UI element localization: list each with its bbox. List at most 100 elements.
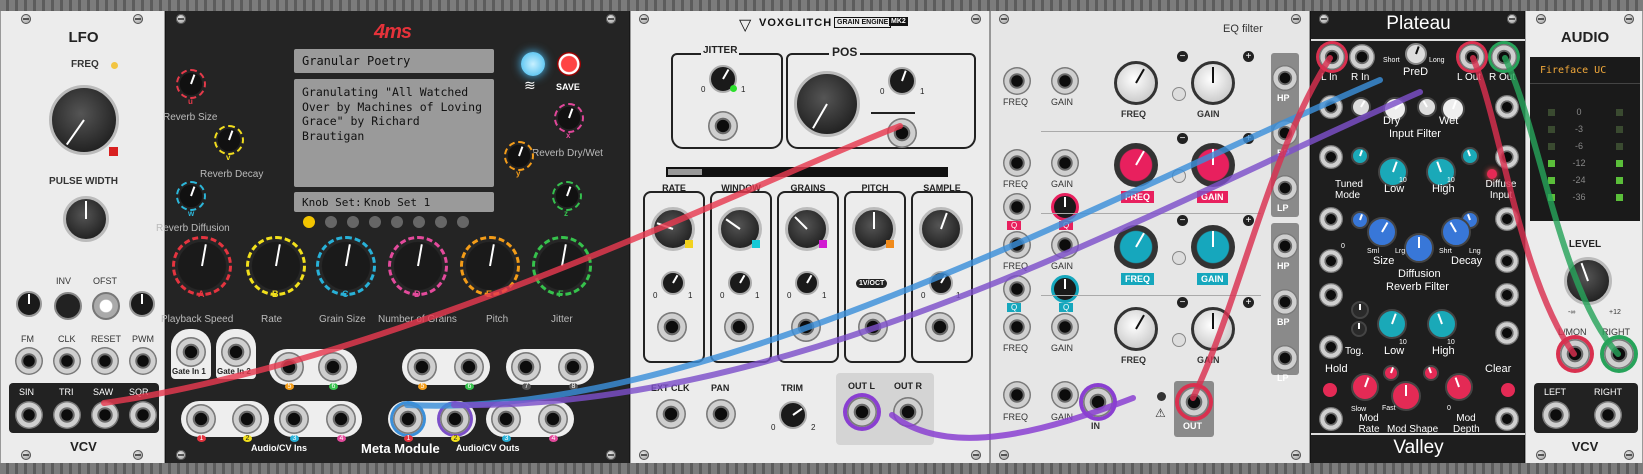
pos-cv-jack[interactable] [887,118,917,148]
knobset-page-dot-5[interactable] [391,216,403,228]
band3-q-cv-jack[interactable] [1003,275,1031,303]
reset-input-jack[interactable] [91,347,119,375]
clear-cv-jack[interactable] [1495,321,1519,345]
gate-in-1-jack[interactable] [176,337,206,367]
dry-cv-jack[interactable] [1319,95,1343,119]
left-output-jack[interactable] [1542,401,1570,429]
mod-rate-knob[interactable] [1351,373,1379,401]
fm-attenuator-knob[interactable] [16,291,42,317]
trim-knob[interactable] [779,401,807,429]
mod-rate-cv-jack[interactable] [1319,407,1343,431]
audio-in-5-jack[interactable] [274,352,304,382]
filter-hp-jack-2[interactable] [1272,233,1298,259]
mod-depth-cv-jack[interactable] [1495,407,1519,431]
save-button[interactable] [557,52,581,76]
big-knob-b[interactable] [246,236,306,296]
sample-attenuator-knob[interactable] [929,271,953,295]
audio-in-3-jack[interactable] [279,404,309,434]
band4-gain-knob[interactable] [1191,307,1235,351]
ext-clk-jack[interactable] [656,399,686,429]
big-knob-f[interactable] [532,236,592,296]
audio-in-6-jack[interactable] [318,352,348,382]
band2-gain-cv-jack[interactable] [1051,149,1079,177]
right-output-jack[interactable] [1594,401,1622,429]
audio-out-5-jack[interactable] [407,352,437,382]
saw-output-jack[interactable] [91,401,119,429]
big-knob-a[interactable] [172,236,232,296]
grains-attenuator-knob[interactable] [795,271,819,295]
out-r-jack[interactable] [893,397,923,427]
decay-cv-jack[interactable] [1495,207,1519,231]
pwm-input-jack[interactable] [129,347,157,375]
reverb-high-knob[interactable] [1427,309,1457,339]
lmon-input-jack[interactable] [1560,339,1590,369]
audio-out-4-jack[interactable] [538,404,568,434]
small-knob-y[interactable] [504,141,534,171]
band2-freq-cv-jack[interactable] [1003,149,1031,177]
band3-freq-cv-jack[interactable] [1003,231,1031,259]
filter-bp-jack-1[interactable] [1272,120,1298,146]
right-input-jack[interactable] [1604,339,1634,369]
tri-output-jack[interactable] [53,401,81,429]
band4-gain-cv-jack[interactable] [1051,313,1079,341]
small-knob-u[interactable] [176,69,206,99]
eq-in-jack[interactable] [1083,387,1113,417]
rate-cv-jack[interactable] [657,312,687,342]
level-knob[interactable] [1564,257,1612,305]
hold-cv-jack[interactable] [1319,335,1343,359]
sqr-output-jack[interactable] [129,401,157,429]
pan-jack[interactable] [706,399,736,429]
grains-cv-jack[interactable] [791,312,821,342]
jitter-cv-jack[interactable] [708,111,738,141]
filter-hp-jack-1[interactable] [1272,65,1298,91]
band3-gain-knob[interactable] [1191,225,1235,269]
gate-in-2-jack[interactable] [221,337,251,367]
freq-knob[interactable] [49,85,119,155]
wet-attenuator-knob[interactable] [1417,97,1437,117]
audio-out-8-jack[interactable] [558,352,588,382]
input-high-attenuator-knob[interactable] [1461,147,1479,165]
sample-knob[interactable] [919,207,963,251]
knobset-page-dot-3[interactable] [347,216,359,228]
audio-out-6-jack[interactable] [454,352,484,382]
band1-gain-knob[interactable] [1191,61,1235,105]
band4-freq-knob[interactable] [1114,307,1158,351]
knobset-page-dot-7[interactable] [435,216,447,228]
small-knob-v[interactable] [214,125,244,155]
input-filter-low-cv-jack[interactable] [1319,145,1343,169]
band2-gain-knob[interactable] [1191,143,1235,187]
audio-out-1-jack[interactable] [393,404,423,434]
clk-input-jack[interactable] [53,347,81,375]
wet-cv-jack[interactable] [1495,95,1519,119]
knobset-page-dot-1[interactable] [303,216,315,228]
rate-attenuator-knob[interactable] [661,271,685,295]
wifi-button[interactable] [521,52,545,76]
pitch-cv-jack[interactable] [858,312,888,342]
small-knob-z[interactable] [552,181,582,211]
sample-cv-jack[interactable] [925,312,955,342]
audio-out-3-jack[interactable] [491,404,521,434]
big-knob-e[interactable] [460,236,520,296]
big-knob-d[interactable] [388,236,448,296]
diffusion-knob[interactable] [1404,233,1434,263]
hold-button[interactable] [1323,383,1337,397]
ofst-button[interactable] [92,292,120,320]
clear-button[interactable] [1501,383,1515,397]
mod-rate-attenuator-knob[interactable] [1383,365,1399,381]
size-knob[interactable] [1367,217,1397,247]
diffusion-cv-jack-2[interactable] [1495,249,1519,273]
inv-button[interactable] [54,292,82,320]
reverb-filter-high-cv-jack[interactable] [1495,283,1519,307]
band2-freq-knob[interactable] [1114,143,1158,187]
size-cv-jack[interactable] [1319,207,1343,231]
plateau-l-in-jack[interactable] [1319,44,1345,70]
knobset-page-dot-6[interactable] [413,216,425,228]
plateau-r-in-jack[interactable] [1349,44,1375,70]
window-attenuator-knob[interactable] [728,271,752,295]
reverb-low-knob[interactable] [1377,309,1407,339]
knobset-page-dot-2[interactable] [325,216,337,228]
reverb-filter-low-cv-jack[interactable] [1319,283,1343,307]
big-knob-c[interactable] [316,236,376,296]
input-low-attenuator-knob[interactable] [1351,147,1369,165]
band3-q-knob[interactable] [1051,275,1079,303]
